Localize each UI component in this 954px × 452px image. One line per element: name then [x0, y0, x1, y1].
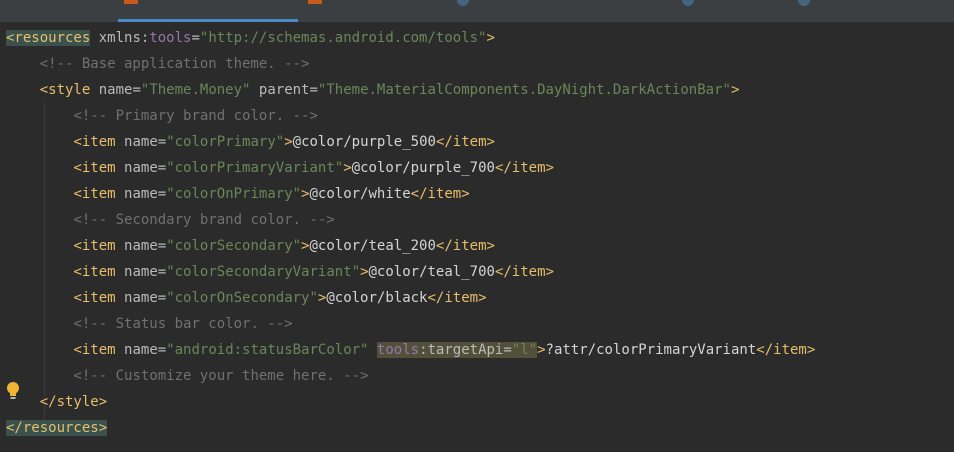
- highlighted-target-api-attr: tools:targetApi="l": [376, 342, 538, 358]
- code-line-8[interactable]: <!-- Secondary brand color. -->: [6, 208, 334, 232]
- code-line-4[interactable]: <!-- Primary brand color. -->: [6, 104, 317, 128]
- code-line-9[interactable]: <item name="colorSecondary">@color/teal_…: [6, 234, 495, 258]
- code-line-1[interactable]: <resources xmlns:tools="http://schemas.a…: [6, 26, 495, 50]
- code-line-15[interactable]: </style>: [6, 390, 107, 414]
- editor-tab-bar: [0, 0, 954, 22]
- code-line-3[interactable]: <style name="Theme.Money" parent="Theme.…: [6, 78, 740, 102]
- code-line-2[interactable]: <!-- Base application theme. -->: [6, 52, 310, 76]
- tab-dot: [682, 0, 694, 6]
- code-line-12[interactable]: <!-- Status bar color. -->: [6, 312, 292, 336]
- resources-open-tag: <resources: [6, 30, 91, 46]
- code-line-5[interactable]: <item name="colorPrimary">@color/purple_…: [6, 130, 495, 154]
- code-line-13[interactable]: <item name="android:statusBarColor" tool…: [6, 338, 815, 362]
- lightbulb-icon[interactable]: [6, 381, 20, 401]
- tab-dot: [798, 0, 810, 6]
- resources-close-tag: </resources>: [6, 420, 108, 436]
- tab-icon: [308, 0, 322, 4]
- code-editor[interactable]: <resources xmlns:tools="http://schemas.a…: [0, 22, 954, 452]
- code-line-7[interactable]: <item name="colorOnPrimary">@color/white…: [6, 182, 469, 206]
- code-line-14[interactable]: <!-- Customize your theme here. -->: [6, 364, 368, 388]
- tab-icon: [124, 0, 138, 4]
- code-line-16[interactable]: </resources>: [6, 416, 108, 440]
- tab-dot: [457, 0, 469, 6]
- code-line-6[interactable]: <item name="colorPrimaryVariant">@color/…: [6, 156, 554, 180]
- code-line-11[interactable]: <item name="colorOnSecondary">@color/bla…: [6, 286, 486, 310]
- code-line-10[interactable]: <item name="colorSecondaryVariant">@colo…: [6, 260, 554, 284]
